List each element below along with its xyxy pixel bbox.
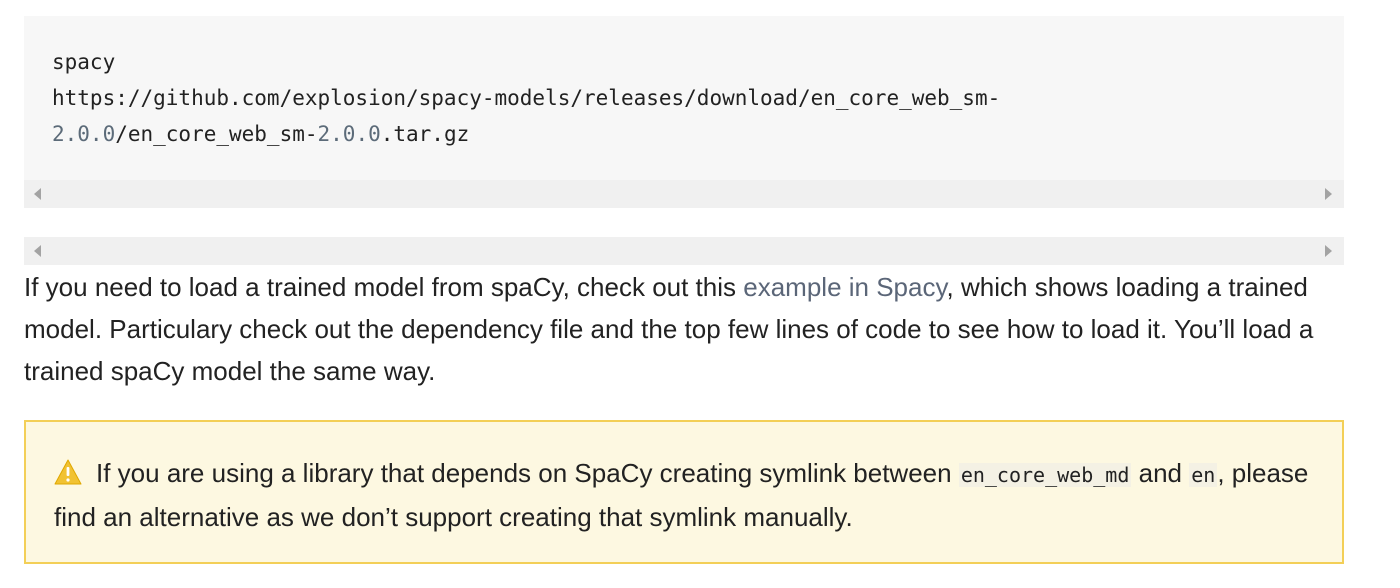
- example-in-spacy-link[interactable]: example in Spacy: [743, 272, 946, 302]
- warning-callout: If you are using a library that depends …: [24, 420, 1344, 564]
- scroll-left-arrow-icon[interactable]: [34, 188, 41, 200]
- paragraph-text: If you need to load a trained model from…: [24, 272, 744, 302]
- code-path: /en_core_web_sm-: [115, 122, 318, 146]
- warning-text-part: and: [1131, 458, 1190, 488]
- code-line-2: https://github.com/explosion/spacy-model…: [52, 86, 1001, 110]
- code-horizontal-scrollbar[interactable]: [24, 180, 1344, 208]
- content-horizontal-scrollbar[interactable]: [24, 237, 1344, 265]
- scroll-right-arrow-icon[interactable]: [1325, 188, 1332, 200]
- body-paragraph: If you need to load a trained model from…: [24, 266, 1354, 392]
- scroll-left-arrow-icon[interactable]: [34, 245, 41, 257]
- code-number: 2.0.0: [52, 122, 116, 146]
- warning-text-part: If you are using a library that depends …: [96, 458, 959, 488]
- code-line-1: spacy: [52, 50, 116, 74]
- warning-triangle-icon: [54, 455, 82, 485]
- scroll-right-arrow-icon[interactable]: [1325, 245, 1332, 257]
- warning-text: If you are using a library that depends …: [54, 452, 1324, 538]
- inline-code: en: [1189, 463, 1218, 487]
- inline-code: en_core_web_md: [958, 463, 1132, 487]
- code-extension: .tar.gz: [380, 122, 470, 146]
- code-number: 2.0.0: [317, 122, 381, 146]
- code-text: spacy https://github.com/explosion/spacy…: [52, 44, 1000, 152]
